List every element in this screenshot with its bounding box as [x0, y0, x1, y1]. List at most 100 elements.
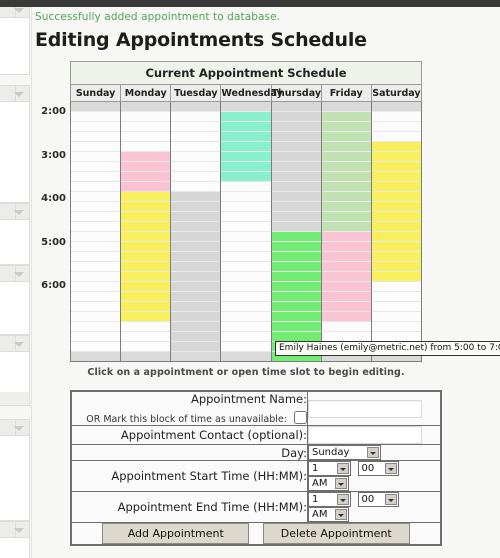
appointment-contact-input[interactable]	[308, 426, 422, 444]
end-hour-select[interactable]: 1	[308, 492, 351, 507]
schedule-appointment-slot[interactable]	[170, 201, 222, 212]
schedule-open-slot[interactable]	[120, 341, 172, 352]
schedule-appointment-slot[interactable]	[370, 231, 423, 242]
schedule-open-slot[interactable]	[370, 301, 423, 312]
sidebar-panel[interactable]	[0, 265, 30, 335]
schedule-appointment-slot[interactable]	[270, 191, 322, 202]
schedule-appointment-slot[interactable]	[320, 221, 372, 232]
schedule-appointment-slot[interactable]	[220, 151, 272, 162]
schedule-open-slot[interactable]	[120, 101, 172, 112]
schedule-open-slot[interactable]	[120, 351, 172, 362]
schedule-open-slot[interactable]	[69, 311, 122, 322]
schedule-open-slot[interactable]	[370, 131, 423, 142]
schedule-open-slot[interactable]	[370, 101, 423, 112]
schedule-open-slot[interactable]	[370, 291, 423, 302]
schedule-appointment-slot[interactable]	[270, 251, 322, 262]
schedule-open-slot[interactable]	[170, 101, 222, 112]
schedule-appointment-slot[interactable]	[270, 211, 322, 222]
sidebar-panel-header[interactable]	[0, 265, 29, 282]
schedule-appointment-slot[interactable]	[270, 171, 322, 182]
schedule-open-slot[interactable]	[69, 201, 122, 212]
add-appointment-button[interactable]: Add Appointment	[102, 523, 250, 544]
schedule-appointment-slot[interactable]	[170, 281, 222, 292]
schedule-appointment-slot[interactable]	[270, 141, 322, 152]
schedule-appointment-slot[interactable]	[370, 181, 423, 192]
schedule-open-slot[interactable]	[220, 211, 272, 222]
schedule-appointment-slot[interactable]	[270, 261, 322, 272]
schedule-open-slot[interactable]	[220, 341, 272, 352]
schedule-appointment-slot[interactable]	[370, 271, 423, 282]
schedule-appointment-slot[interactable]	[120, 151, 172, 162]
schedule-open-slot[interactable]	[220, 291, 272, 302]
schedule-open-slot[interactable]	[120, 321, 172, 332]
schedule-open-slot[interactable]	[120, 331, 172, 342]
schedule-open-slot[interactable]	[220, 201, 272, 212]
schedule-appointment-slot[interactable]	[320, 151, 372, 162]
schedule-open-slot[interactable]	[69, 291, 122, 302]
schedule-appointment-slot[interactable]	[270, 291, 322, 302]
schedule-appointment-slot[interactable]	[270, 161, 322, 172]
schedule-appointment-slot[interactable]	[370, 191, 423, 202]
schedule-appointment-slot[interactable]	[220, 131, 272, 142]
schedule-appointment-slot[interactable]	[170, 251, 222, 262]
day-select[interactable]: Sunday	[308, 445, 381, 460]
schedule-open-slot[interactable]	[220, 321, 272, 332]
schedule-appointment-slot[interactable]	[220, 111, 272, 122]
schedule-appointment-slot[interactable]	[170, 341, 222, 352]
schedule-appointment-slot[interactable]	[220, 161, 272, 172]
schedule-open-slot[interactable]	[69, 121, 122, 132]
schedule-appointment-slot[interactable]	[370, 151, 423, 162]
schedule-appointment-slot[interactable]	[270, 311, 322, 322]
schedule-open-slot[interactable]	[220, 191, 272, 202]
schedule-appointment-slot[interactable]	[270, 321, 322, 332]
schedule-open-slot[interactable]	[170, 111, 222, 122]
schedule-appointment-slot[interactable]	[170, 221, 222, 232]
schedule-open-slot[interactable]	[170, 351, 222, 362]
schedule-open-slot[interactable]	[69, 331, 122, 342]
sidebar-panel[interactable]	[0, 85, 30, 203]
sidebar-panel[interactable]	[0, 7, 30, 75]
schedule-appointment-slot[interactable]	[370, 161, 423, 172]
sidebar-panel-header[interactable]	[0, 7, 29, 18]
schedule-appointment-slot[interactable]	[320, 231, 372, 242]
schedule-appointment-slot[interactable]	[320, 111, 372, 122]
schedule-appointment-slot[interactable]	[270, 201, 322, 212]
sidebar-panel[interactable]	[0, 419, 30, 521]
schedule-open-slot[interactable]	[69, 131, 122, 142]
schedule-open-slot[interactable]	[120, 131, 172, 142]
schedule-open-slot[interactable]	[170, 161, 222, 172]
sidebar-panel[interactable]	[0, 203, 30, 265]
schedule-open-slot[interactable]	[170, 181, 222, 192]
schedule-appointment-slot[interactable]	[370, 171, 423, 182]
schedule-open-slot[interactable]	[69, 251, 122, 262]
sidebar-panel-header[interactable]	[0, 203, 29, 220]
schedule-open-slot[interactable]	[170, 131, 222, 142]
schedule-open-slot[interactable]	[220, 281, 272, 292]
schedule-open-slot[interactable]	[370, 111, 423, 122]
chevron-down-icon[interactable]	[14, 92, 24, 97]
schedule-appointment-slot[interactable]	[270, 181, 322, 192]
schedule-appointment-slot[interactable]	[320, 261, 372, 272]
schedule-appointment-slot[interactable]	[320, 281, 372, 292]
schedule-appointment-slot[interactable]	[320, 311, 372, 322]
schedule-open-slot[interactable]	[170, 141, 222, 152]
schedule-appointment-slot[interactable]	[320, 271, 372, 282]
schedule-appointment-slot[interactable]	[320, 161, 372, 172]
schedule-open-slot[interactable]	[320, 321, 372, 332]
schedule-appointment-slot[interactable]	[170, 241, 222, 252]
schedule-open-slot[interactable]	[370, 281, 423, 292]
schedule-appointment-slot[interactable]	[120, 311, 172, 322]
schedule-appointment-slot[interactable]	[170, 311, 222, 322]
schedule-open-slot[interactable]	[69, 301, 122, 312]
chevron-down-icon[interactable]	[14, 342, 24, 347]
schedule-appointment-slot[interactable]	[120, 241, 172, 252]
chevron-down-icon[interactable]	[14, 528, 24, 533]
schedule-appointment-slot[interactable]	[320, 131, 372, 142]
schedule-appointment-slot[interactable]	[370, 241, 423, 252]
schedule-appointment-slot[interactable]	[170, 291, 222, 302]
schedule-appointment-slot[interactable]	[320, 201, 372, 212]
schedule-appointment-slot[interactable]	[370, 251, 423, 262]
schedule-appointment-slot[interactable]	[270, 281, 322, 292]
schedule-open-slot[interactable]	[69, 211, 122, 222]
sidebar-panel-header[interactable]	[0, 335, 29, 352]
